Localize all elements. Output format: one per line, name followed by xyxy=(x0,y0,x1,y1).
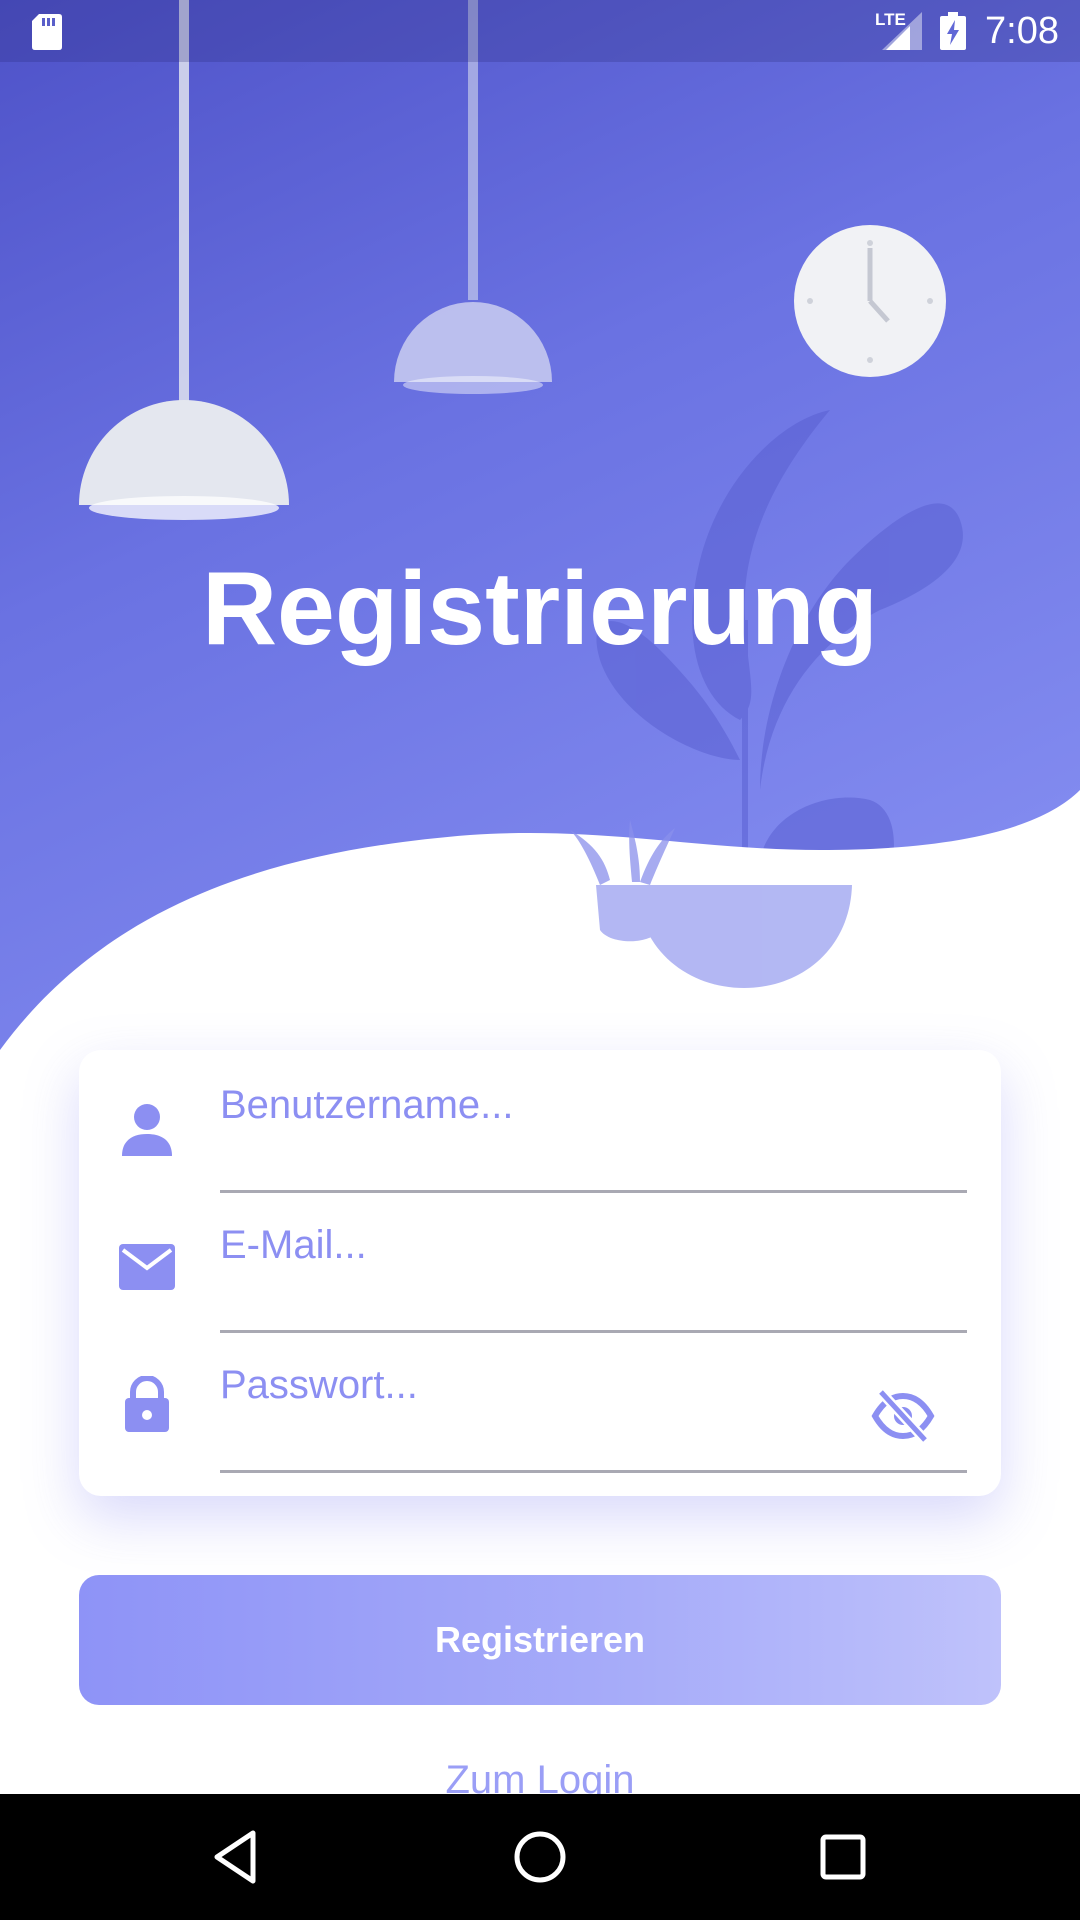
lamp-left-icon xyxy=(79,0,289,520)
clock-time: 7:08 xyxy=(985,10,1059,52)
register-button[interactable]: Registrieren xyxy=(79,1575,1001,1705)
person-icon xyxy=(122,1104,172,1156)
registration-form-card xyxy=(79,1050,1001,1496)
password-field xyxy=(79,1330,1001,1473)
sd-card-icon xyxy=(32,14,62,50)
signal-icon xyxy=(882,12,922,50)
status-bar: LTE 7:08 xyxy=(0,0,1080,62)
back-icon[interactable] xyxy=(207,1827,267,1887)
email-field xyxy=(79,1190,1001,1333)
username-field xyxy=(79,1050,1001,1193)
email-input[interactable] xyxy=(220,1210,967,1280)
clock-icon xyxy=(794,225,946,377)
home-icon[interactable] xyxy=(510,1827,570,1887)
battery-charging-icon xyxy=(940,12,966,50)
username-input[interactable] xyxy=(220,1070,967,1140)
page-title: Registrierung xyxy=(201,551,879,667)
header-background xyxy=(0,0,1080,1060)
recents-icon[interactable] xyxy=(813,1827,873,1887)
password-input[interactable] xyxy=(220,1350,880,1420)
mail-icon xyxy=(119,1244,175,1290)
header-illustration xyxy=(0,0,1080,1060)
password-underline xyxy=(220,1470,967,1473)
visibility-off-icon[interactable] xyxy=(871,1388,935,1444)
lock-icon xyxy=(125,1376,169,1432)
navigation-bar xyxy=(0,1794,1080,1920)
